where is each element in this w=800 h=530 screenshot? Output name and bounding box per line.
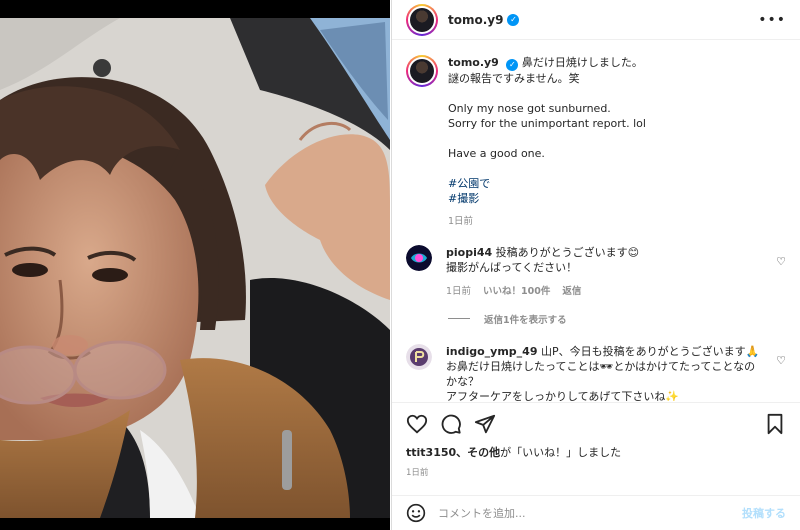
likes-user[interactable]: ttit3150 [406, 446, 456, 459]
view-replies-label: 返信1件を表示する [484, 314, 567, 326]
hashtag-link[interactable]: #撮影 [448, 191, 646, 206]
like-comment-icon[interactable]: ♡ [776, 255, 786, 268]
caption-username[interactable]: tomo.y9 [448, 56, 499, 69]
caption: tomo.y9 ✓ 鼻だけ日焼けしました。 謎の報告ですみません。笑 Only … [406, 55, 786, 227]
caption-line-2: 謎の報告ですみません。笑 [448, 71, 580, 85]
caption-time: 1日前 [448, 215, 474, 227]
view-replies-button[interactable]: 返信1件を表示する [448, 312, 786, 326]
verified-badge-icon: ✓ [506, 58, 519, 71]
comments-scroll-area[interactable]: tomo.y9 ✓ 鼻だけ日焼けしました。 謎の報告ですみません。笑 Only … [392, 41, 800, 401]
emoji-smiley-icon[interactable] [406, 503, 426, 523]
caption-line-3: Only my nose got sunburned. [448, 101, 611, 115]
comment-input[interactable] [438, 506, 742, 520]
caption-body: tomo.y9 ✓ 鼻だけ日焼けしました。 謎の報告ですみません。笑 Only … [448, 55, 646, 227]
post-photo[interactable] [0, 0, 390, 530]
caption-avatar[interactable] [406, 55, 438, 87]
likes-summary[interactable]: ttit3150、その他が「いいね！」しました [406, 444, 786, 460]
comment-time: 1日前 [446, 285, 472, 297]
add-comment-bar: 投稿する [392, 495, 800, 530]
comment-text: お鼻だけ日焼けしたってことは🕶とかはかけてたってことなのかな？ [446, 359, 756, 388]
reply-button[interactable]: 返信 [562, 283, 581, 297]
author-avatar[interactable] [406, 3, 438, 36]
like-comment-icon[interactable]: ♡ [776, 354, 786, 367]
caption-line-1: 鼻だけ日焼けしました。 [521, 56, 643, 69]
comment-text: 山P、今日も投稿をありがとうございます🙏 [541, 344, 760, 358]
more-options-icon[interactable]: ••• [758, 12, 786, 28]
post-details-panel: tomo.y9 ✓ ••• tomo.y9 ✓ 鼻だけ日焼けしました。 謎の報告… [391, 0, 800, 530]
likes-suffix: が「いいね！」しました [500, 446, 622, 459]
share-paper-plane-icon[interactable] [472, 411, 498, 437]
comment-text: 撮影がんばってください！ [446, 260, 578, 274]
post-header: tomo.y9 ✓ ••• [392, 0, 800, 40]
commenter-avatar[interactable] [406, 244, 432, 271]
commenter-avatar[interactable] [406, 343, 432, 370]
author-username[interactable]: tomo.y9 [448, 13, 503, 27]
comment-item: indigo_ymp_49 山P、今日も投稿をありがとうございます🙏 お鼻だけ日… [406, 343, 786, 402]
like-heart-icon[interactable] [404, 411, 430, 437]
commenter-username[interactable]: piopi44 [446, 246, 492, 259]
comment-bubble-icon[interactable] [438, 411, 464, 437]
comment-likes-link[interactable]: いいね！100件 [483, 283, 550, 297]
comment-text: アフターケアをしっかりしてあげて下さいね✨ [446, 389, 680, 402]
save-bookmark-icon[interactable] [762, 411, 788, 437]
instagram-post-view: tomo.y9 ✓ ••• tomo.y9 ✓ 鼻だけ日焼けしました。 謎の報告… [0, 0, 800, 530]
selfie-image [0, 0, 390, 530]
comment-item: piopi44 投稿ありがとうございます😊 撮影がんばってください！ 1日前 い… [406, 244, 786, 297]
post-timestamp: 1日前 [406, 468, 429, 478]
post-actions-bar [392, 402, 800, 444]
commenter-username[interactable]: indigo_ymp_49 [446, 345, 538, 358]
caption-line-4: Sorry for the unimportant report. lol [448, 116, 646, 130]
caption-line-5: Have a good one. [448, 146, 545, 160]
hashtag-link[interactable]: #公園で [448, 176, 646, 191]
likes-others[interactable]: 、その他 [456, 446, 500, 459]
post-comment-button[interactable]: 投稿する [742, 505, 786, 521]
verified-badge-icon: ✓ [507, 13, 520, 26]
comment-text: 投稿ありがとうございます😊 [495, 245, 640, 259]
